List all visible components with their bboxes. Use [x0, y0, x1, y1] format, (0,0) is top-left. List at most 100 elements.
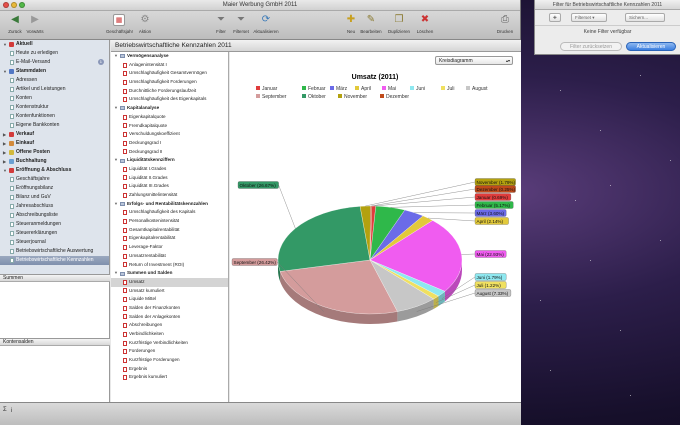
- report-icon: [123, 279, 127, 285]
- sidebar-item[interactable]: Bilanz und GuV: [0, 193, 109, 202]
- sidebar-group[interactable]: ▼ Eröffnung & Abschluss: [0, 166, 109, 175]
- disclosure-closed-icon[interactable]: ▶: [3, 148, 7, 157]
- tree-group[interactable]: ▼ Vermögensanalyse: [111, 52, 228, 61]
- tree-item[interactable]: Ergebnis: [111, 365, 228, 374]
- tree-item[interactable]: Eigenkapitalquote: [111, 113, 228, 122]
- disclosure-open-icon[interactable]: ▼: [114, 104, 118, 113]
- sidebar-item[interactable]: Steueranmeldungen: [0, 220, 109, 229]
- disclosure-open-icon[interactable]: ▼: [3, 67, 7, 76]
- tree-item[interactable]: Kurzfristige Forderungen: [111, 356, 228, 365]
- disclosure-open-icon[interactable]: ▼: [114, 52, 118, 61]
- disclosure-closed-icon[interactable]: ▶: [3, 157, 7, 166]
- sidebar-item[interactable]: Betriebswirtschaftliche Auswertung: [0, 247, 109, 256]
- document-icon: [10, 222, 14, 227]
- tree-item[interactable]: Umschlaghäufigkeit Gesamtvermögen: [111, 69, 228, 78]
- tree-item[interactable]: Fremdkapitalquote: [111, 122, 228, 131]
- sidebar-item[interactable]: E-Mail-Versand 1: [0, 58, 109, 67]
- tree-item[interactable]: Forderungen: [111, 347, 228, 356]
- tree-group[interactable]: ▼ Kapitalanalyse: [111, 104, 228, 113]
- disclosure-closed-icon[interactable]: ▶: [3, 130, 7, 139]
- tree-item[interactable]: Gesamtkapitalrentabilität: [111, 226, 228, 235]
- sidebar-item[interactable]: Abschreibungsliste: [0, 211, 109, 220]
- sidebar-item[interactable]: Eröffnungsbilanz: [0, 184, 109, 193]
- filterset-button[interactable]: ⏷ Filterset: [228, 14, 254, 34]
- sidebar-item[interactable]: Jahresabschluss: [0, 202, 109, 211]
- duplicate-button[interactable]: ❐ Duplizieren: [386, 14, 412, 34]
- tree-item[interactable]: Return of Investment (ROI): [111, 261, 228, 270]
- folder-icon: [119, 202, 125, 207]
- tree-item[interactable]: Liquide Mittel: [111, 295, 228, 304]
- delete-button[interactable]: ✖ Löschen: [412, 14, 438, 34]
- tree-item[interactable]: Eigenkapitalrentabilität: [111, 234, 228, 243]
- disclosure-open-icon[interactable]: ▼: [114, 156, 118, 165]
- sidebar-item[interactable]: Eigene Bankkonten: [0, 121, 109, 130]
- sidebar-group[interactable]: ▶ Buchhaltung: [0, 157, 109, 166]
- fiscal-year-button[interactable]: ▦ Geschäftsjahr: [106, 14, 133, 34]
- tree-item[interactable]: Deckungsgrad I: [111, 139, 228, 148]
- callout-line: [373, 196, 476, 207]
- pie-chart: Umsatz (2011) Januar Februar März April Mai J…: [231, 74, 516, 325]
- tree-item[interactable]: Salden der Anlagekonten: [111, 313, 228, 322]
- tree-item[interactable]: Umschlaghäufigkeit Forderungen: [111, 78, 228, 87]
- tree-item[interactable]: Liquidität III.Grades: [111, 182, 228, 191]
- tree-group[interactable]: ▼ Erfolgs- und Rentabilitätskennzahlen: [111, 200, 228, 209]
- tree-group[interactable]: ▼ Liquiditätskennziffern: [111, 156, 228, 165]
- sidebar-group[interactable]: ▶ Offene Posten: [0, 148, 109, 157]
- info-icon[interactable]: ⅰ: [11, 407, 13, 414]
- sidebar-item[interactable]: Kontenfunktionen: [0, 112, 109, 121]
- sidebar-item[interactable]: Adressen: [0, 76, 109, 85]
- sidebar-item[interactable]: Steuerjournal: [0, 238, 109, 247]
- tree-item[interactable]: Umsatz kumuliert: [111, 287, 228, 296]
- tree-item[interactable]: Ergebnis kumuliert: [111, 373, 228, 382]
- tree-item[interactable]: Kurzfristige Verbindlichkeiten: [111, 339, 228, 348]
- tree-item[interactable]: Leverage-Faktor: [111, 243, 228, 252]
- tree-item[interactable]: Zahlungsmittelintensität: [111, 191, 228, 200]
- sidebar-item[interactable]: Kontenstruktur: [0, 103, 109, 112]
- tree-item[interactable]: Anlagenintensität I: [111, 61, 228, 70]
- sidebar-item[interactable]: Artikel und Leistungen: [0, 85, 109, 94]
- filter-refresh-button[interactable]: Aktualisieren: [626, 42, 676, 51]
- disclosure-open-icon[interactable]: ▼: [114, 200, 118, 209]
- sidebar-group-label: Stammdaten: [16, 68, 47, 74]
- tree-item[interactable]: Abschreibungen: [111, 321, 228, 330]
- tree-item[interactable]: Personalkostenintensität: [111, 217, 228, 226]
- edit-button[interactable]: ✎ Bearbeiten: [358, 14, 384, 34]
- filter-save-button[interactable]: Sichern...: [625, 13, 665, 22]
- tree-item[interactable]: Umschlaghäufigkeit des Kapitals: [111, 208, 228, 217]
- filter-reset-button[interactable]: Filter zurücksetzen: [560, 42, 622, 51]
- sidebar-group[interactable]: ▶ Einkauf: [0, 139, 109, 148]
- sidebar-item[interactable]: Geschäftsjahre: [0, 175, 109, 184]
- tree-item[interactable]: Verschuldungskoeffizient: [111, 130, 228, 139]
- tree-item[interactable]: Durchnittliche Forderungslaufzeit: [111, 87, 228, 96]
- tree-item[interactable]: Umsatz: [111, 277, 228, 287]
- filterset-popup[interactable]: Filterset ▾: [571, 13, 607, 22]
- pie-slice[interactable]: [277, 206, 371, 272]
- sidebar-item[interactable]: Betriebswirtschaftliche Kennzahlen: [0, 256, 109, 265]
- tree-item[interactable]: Salden der Finanzkonten: [111, 304, 228, 313]
- sum-icon[interactable]: Σ: [3, 407, 7, 414]
- kontensalden-panel-header[interactable]: Kontensalden: [0, 338, 110, 346]
- disclosure-open-icon[interactable]: ▼: [114, 269, 118, 278]
- disclosure-open-icon[interactable]: ▼: [3, 166, 7, 175]
- refresh-button[interactable]: ⟳ Aktualisieren: [253, 14, 279, 34]
- sidebar-group[interactable]: ▼ Aktuell: [0, 40, 109, 49]
- sidebar-item[interactable]: Konten: [0, 94, 109, 103]
- sidebar-group[interactable]: ▼ Stammdaten: [0, 67, 109, 76]
- sidebar-group[interactable]: ▶ Verkauf: [0, 130, 109, 139]
- tree-item[interactable]: Liquidität I.Grades: [111, 165, 228, 174]
- summen-panel-header[interactable]: Summen: [0, 274, 110, 282]
- action-button[interactable]: ⚙ Aktion: [132, 14, 158, 34]
- tree-item[interactable]: Deckungsgrad II: [111, 148, 228, 157]
- tree-item[interactable]: Verbindlichkeiten: [111, 330, 228, 339]
- forward-button[interactable]: ▶ Vorwärts: [22, 14, 48, 34]
- disclosure-closed-icon[interactable]: ▶: [3, 139, 7, 148]
- disclosure-open-icon[interactable]: ▼: [3, 40, 7, 49]
- tree-item[interactable]: Umsatzrentabilität: [111, 252, 228, 261]
- filter-add-icon[interactable]: ✚: [549, 13, 561, 22]
- tree-item[interactable]: Liquidität II.Grades: [111, 174, 228, 183]
- print-button[interactable]: ⎙ Drucken: [492, 14, 518, 34]
- tree-item[interactable]: Umschlaghäufigkeit des Eigenkapitals: [111, 95, 228, 104]
- sidebar-item[interactable]: Steuererklärungen: [0, 229, 109, 238]
- tree-group[interactable]: ▼ Summen und Salden: [111, 269, 228, 278]
- sidebar-item[interactable]: Heute zu erledigen: [0, 49, 109, 58]
